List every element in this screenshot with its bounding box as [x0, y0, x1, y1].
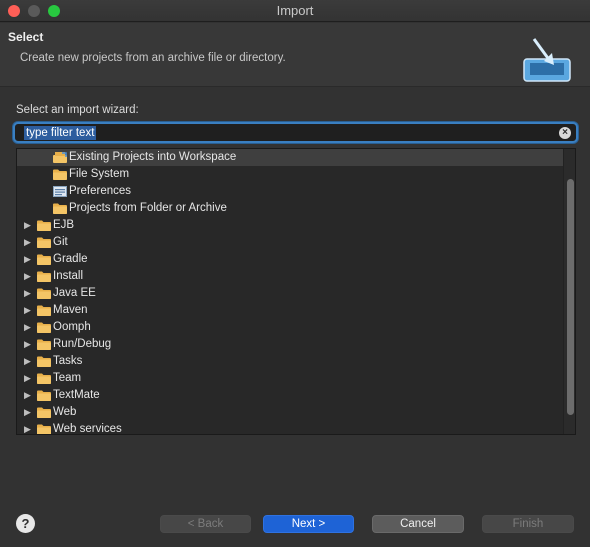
tree-item[interactable]: ▶ Web — [17, 404, 563, 421]
import-projects-icon — [53, 152, 67, 163]
tree-item[interactable]: Existing Projects into Workspace — [17, 149, 563, 166]
tree-item-label: Web services — [53, 423, 122, 435]
import-banner-icon — [523, 38, 571, 82]
finish-button[interactable]: Finish — [482, 515, 574, 533]
wizard-list-label: Select an import wizard: — [16, 104, 139, 116]
preferences-icon — [53, 186, 67, 197]
expand-arrow-icon[interactable]: ▶ — [24, 217, 34, 234]
tree-item-label: Web — [53, 406, 77, 418]
expand-arrow-icon[interactable]: ▶ — [24, 268, 34, 285]
folder-icon — [37, 254, 51, 265]
folder-icon — [37, 339, 51, 350]
title-bar: Import — [0, 0, 590, 22]
tree-item[interactable]: ▶ Java EE — [17, 285, 563, 302]
page-title: Select — [8, 30, 44, 44]
filter-input-text[interactable]: type filter text — [24, 126, 97, 140]
tree-item-label: Team — [53, 372, 82, 384]
next-button[interactable]: Next > — [263, 515, 354, 533]
expand-arrow-icon[interactable]: ▶ — [24, 302, 34, 319]
tree-item-label: Oomph — [53, 321, 91, 333]
folder-icon — [37, 305, 51, 316]
tree-item[interactable]: ▶ TextMate — [17, 387, 563, 404]
expand-arrow-icon[interactable]: ▶ — [24, 387, 34, 404]
tree-item[interactable]: Preferences — [17, 183, 563, 200]
wizard-tree[interactable]: Existing Projects into Workspace File Sys… — [16, 148, 576, 435]
folder-icon — [37, 390, 51, 401]
back-button[interactable]: < Back — [160, 515, 251, 533]
expand-arrow-icon[interactable]: ▶ — [24, 370, 34, 387]
folder-icon — [37, 373, 51, 384]
expand-arrow-icon[interactable]: ▶ — [24, 234, 34, 251]
tree-item[interactable]: ▶ Git — [17, 234, 563, 251]
tree-item-label: Gradle — [53, 253, 88, 265]
tree-scrollbar[interactable] — [563, 149, 575, 434]
folder-icon — [37, 424, 51, 434]
folder-icon — [37, 288, 51, 299]
tree-item-label: Maven — [53, 304, 88, 316]
expand-arrow-icon[interactable]: ▶ — [24, 285, 34, 302]
window-title: Import — [276, 3, 314, 18]
expand-arrow-icon[interactable]: ▶ — [24, 353, 34, 370]
tree-item-label: Java EE — [53, 287, 96, 299]
folder-icon — [37, 220, 51, 231]
tree-item-label: TextMate — [53, 389, 100, 401]
tree-item-label: Install — [53, 270, 84, 282]
tree-item-label: Existing Projects into Workspace — [69, 151, 237, 163]
expand-arrow-icon[interactable]: ▶ — [24, 319, 34, 336]
tree-item[interactable]: Projects from Folder or Archive — [17, 200, 563, 217]
tree-item[interactable]: ▶ Gradle — [17, 251, 563, 268]
help-icon[interactable]: ? — [16, 514, 35, 533]
tree-item[interactable]: ▶ Team — [17, 370, 563, 387]
expand-arrow-icon[interactable]: ▶ — [24, 404, 34, 421]
tree-item[interactable]: File System — [17, 166, 563, 183]
folder-icon — [37, 237, 51, 248]
clear-icon[interactable]: × — [559, 127, 571, 139]
folder-icon — [37, 271, 51, 282]
tree-item[interactable]: ▶ Tasks — [17, 353, 563, 370]
folder-icon — [53, 169, 67, 180]
tree-item-label: File System — [69, 168, 130, 180]
tree-item-label: Run/Debug — [53, 338, 112, 350]
page-description: Create new projects from an archive file… — [20, 52, 286, 64]
expand-arrow-icon[interactable]: ▶ — [24, 251, 34, 268]
expand-arrow-icon[interactable]: ▶ — [24, 336, 34, 353]
wizard-header: Select Create new projects from an archi… — [0, 23, 590, 87]
tree-item[interactable]: ▶ Install — [17, 268, 563, 285]
folder-icon — [53, 203, 67, 214]
tree-item[interactable]: ▶ Oomph — [17, 319, 563, 336]
tree-item-label: Git — [53, 236, 68, 248]
tree-item[interactable]: ▶ Maven — [17, 302, 563, 319]
tree-item-label: Preferences — [69, 185, 132, 197]
tree-item-label: Projects from Folder or Archive — [69, 202, 227, 214]
tree-item-label: EJB — [53, 219, 75, 231]
cancel-button[interactable]: Cancel — [372, 515, 464, 533]
tree-scrollbar-thumb[interactable] — [567, 179, 574, 415]
tree-item[interactable]: ▶ EJB — [17, 217, 563, 234]
folder-icon — [37, 356, 51, 367]
folder-icon — [37, 322, 51, 333]
filter-input[interactable]: type filter text × — [13, 122, 578, 143]
tree-item[interactable]: ▶ Web services — [17, 421, 563, 435]
folder-icon — [37, 407, 51, 418]
expand-arrow-icon[interactable]: ▶ — [24, 421, 34, 434]
tree-item-label: Tasks — [53, 355, 83, 367]
tree-item[interactable]: ▶ Run/Debug — [17, 336, 563, 353]
